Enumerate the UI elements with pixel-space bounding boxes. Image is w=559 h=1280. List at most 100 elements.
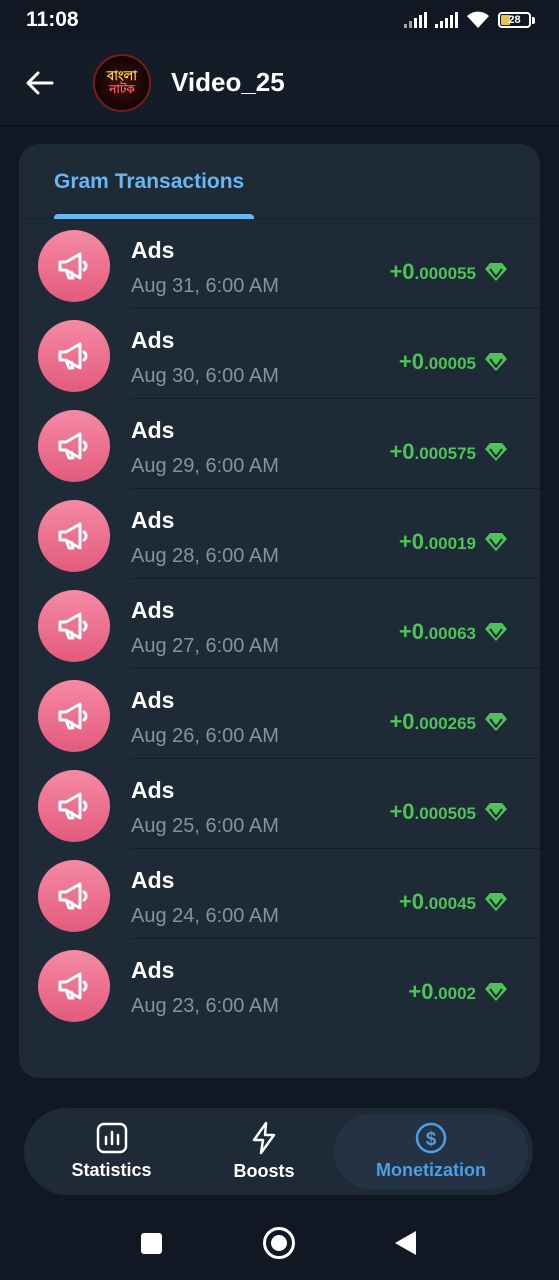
bar-chart-icon bbox=[96, 1122, 127, 1154]
amount-decimal: .000575 bbox=[414, 444, 476, 463]
transaction-title: Ads bbox=[131, 507, 175, 533]
transaction-amount: +0.000575 bbox=[389, 439, 476, 465]
transaction-row[interactable]: Ads Aug 26, 6:00 AM +0.000265 bbox=[19, 669, 540, 759]
battery-icon: 28 bbox=[498, 12, 531, 28]
back-button[interactable] bbox=[0, 40, 80, 126]
channel-avatar[interactable]: বাংলা নাটক bbox=[93, 53, 151, 112]
transaction-row[interactable]: Ads Aug 29, 6:00 AM +0.000575 bbox=[19, 399, 540, 489]
system-back-button[interactable] bbox=[395, 1231, 416, 1255]
nav-boosts-label: Boosts bbox=[233, 1161, 295, 1181]
amount-integer: +0 bbox=[408, 979, 434, 1004]
amount-decimal: .000055 bbox=[414, 264, 476, 283]
gem-icon bbox=[485, 713, 507, 731]
nav-monetization[interactable]: $ Monetization bbox=[334, 1114, 528, 1189]
transaction-title: Ads bbox=[131, 237, 175, 263]
megaphone-icon bbox=[38, 590, 110, 662]
megaphone-icon bbox=[38, 680, 110, 752]
transaction-title: Ads bbox=[131, 597, 175, 623]
transaction-amount: +0.00005 bbox=[399, 349, 476, 375]
amount-integer: +0 bbox=[398, 889, 424, 914]
amount-integer: +0 bbox=[398, 529, 424, 554]
megaphone-icon bbox=[38, 950, 110, 1022]
tab-bar: Gram Transactions bbox=[19, 144, 540, 219]
tab-gram-transactions[interactable]: Gram Transactions bbox=[54, 170, 244, 194]
amount-integer: +0 bbox=[389, 709, 415, 734]
transaction-row[interactable]: Ads Aug 23, 6:00 AM +0.0002 bbox=[19, 939, 540, 1029]
megaphone-icon bbox=[38, 860, 110, 932]
transaction-amount: +0.00063 bbox=[399, 619, 476, 645]
amount-integer: +0 bbox=[398, 349, 424, 374]
app-header: বাংলা নাটক Video_25 bbox=[0, 40, 559, 126]
transaction-amount: +0.00019 bbox=[399, 529, 476, 555]
nav-boosts[interactable]: Boosts bbox=[209, 1108, 319, 1195]
dollar-icon: $ bbox=[415, 1122, 447, 1154]
status-icons: 28 bbox=[404, 11, 535, 29]
megaphone-icon bbox=[38, 500, 110, 572]
nav-statistics[interactable]: Statistics bbox=[54, 1108, 169, 1195]
arrow-left-icon bbox=[26, 71, 54, 94]
transaction-title: Ads bbox=[131, 417, 175, 443]
transaction-amount: +0.000055 bbox=[389, 259, 476, 285]
nav-statistics-label: Statistics bbox=[71, 1160, 152, 1180]
amount-decimal: .0002 bbox=[433, 984, 476, 1003]
transaction-row[interactable]: Ads Aug 27, 6:00 AM +0.00063 bbox=[19, 579, 540, 669]
transaction-title: Ads bbox=[131, 777, 175, 803]
transaction-title: Ads bbox=[131, 867, 175, 893]
battery-level: 28 bbox=[508, 14, 521, 26]
page-title: Video_25 bbox=[171, 67, 285, 97]
amount-decimal: .000265 bbox=[414, 714, 476, 733]
amount-decimal: .00005 bbox=[424, 354, 476, 373]
transaction-row[interactable]: Ads Aug 30, 6:00 AM +0.00005 bbox=[19, 309, 540, 399]
signal-icon bbox=[404, 12, 427, 28]
transaction-row[interactable]: Ads Aug 28, 6:00 AM +0.00019 bbox=[19, 489, 540, 579]
gem-icon bbox=[485, 893, 507, 911]
transaction-date: Aug 24, 6:00 AM bbox=[131, 905, 279, 927]
gem-icon bbox=[485, 533, 507, 551]
home-icon bbox=[271, 1235, 287, 1251]
amount-integer: +0 bbox=[389, 259, 415, 284]
signal-icon bbox=[435, 12, 458, 28]
gem-icon bbox=[485, 803, 507, 821]
megaphone-icon bbox=[38, 770, 110, 842]
transactions-card: Gram Transactions Ads Aug 31, 6:00 AM +0… bbox=[19, 144, 540, 1078]
transaction-date: Aug 31, 6:00 AM bbox=[131, 275, 279, 297]
amount-decimal: .00019 bbox=[424, 534, 476, 553]
transaction-amount: +0.000265 bbox=[389, 709, 476, 735]
transaction-date: Aug 23, 6:00 AM bbox=[131, 995, 279, 1017]
megaphone-icon bbox=[38, 410, 110, 482]
megaphone-icon bbox=[38, 230, 110, 302]
avatar-text: বাংলা bbox=[106, 68, 138, 83]
transaction-row[interactable]: Ads Aug 25, 6:00 AM +0.000505 bbox=[19, 759, 540, 849]
status-bar: 11:08 28 bbox=[0, 0, 559, 40]
transaction-date: Aug 30, 6:00 AM bbox=[131, 365, 279, 387]
transaction-date: Aug 26, 6:00 AM bbox=[131, 725, 279, 747]
transaction-amount: +0.0002 bbox=[408, 979, 476, 1005]
nav-monetization-label: Monetization bbox=[376, 1160, 486, 1180]
amount-decimal: .00063 bbox=[424, 624, 476, 643]
transaction-row[interactable]: Ads Aug 31, 6:00 AM +0.000055 bbox=[19, 219, 540, 309]
megaphone-icon bbox=[38, 320, 110, 392]
gem-icon bbox=[485, 623, 507, 641]
transaction-date: Aug 25, 6:00 AM bbox=[131, 815, 279, 837]
transaction-date: Aug 27, 6:00 AM bbox=[131, 635, 279, 657]
amount-integer: +0 bbox=[389, 799, 415, 824]
amount-decimal: .000505 bbox=[414, 804, 476, 823]
amount-integer: +0 bbox=[398, 619, 424, 644]
home-button[interactable] bbox=[263, 1227, 295, 1259]
transaction-title: Ads bbox=[131, 687, 175, 713]
bottom-nav: Statistics Boosts $ Monetization bbox=[24, 1108, 533, 1195]
transaction-amount: +0.000505 bbox=[389, 799, 476, 825]
svg-text:$: $ bbox=[426, 1129, 437, 1150]
system-nav-bar bbox=[0, 1210, 559, 1280]
transaction-date: Aug 29, 6:00 AM bbox=[131, 455, 279, 477]
transaction-date: Aug 28, 6:00 AM bbox=[131, 545, 279, 567]
amount-integer: +0 bbox=[389, 439, 415, 464]
transaction-title: Ads bbox=[131, 327, 175, 353]
gem-icon bbox=[485, 983, 507, 1001]
recents-button[interactable] bbox=[141, 1233, 162, 1254]
transaction-list: Ads Aug 31, 6:00 AM +0.000055 Ads Aug 30… bbox=[19, 219, 540, 1029]
status-time: 11:08 bbox=[26, 8, 79, 31]
lightning-icon bbox=[252, 1121, 276, 1155]
transaction-title: Ads bbox=[131, 957, 175, 983]
transaction-row[interactable]: Ads Aug 24, 6:00 AM +0.00045 bbox=[19, 849, 540, 939]
